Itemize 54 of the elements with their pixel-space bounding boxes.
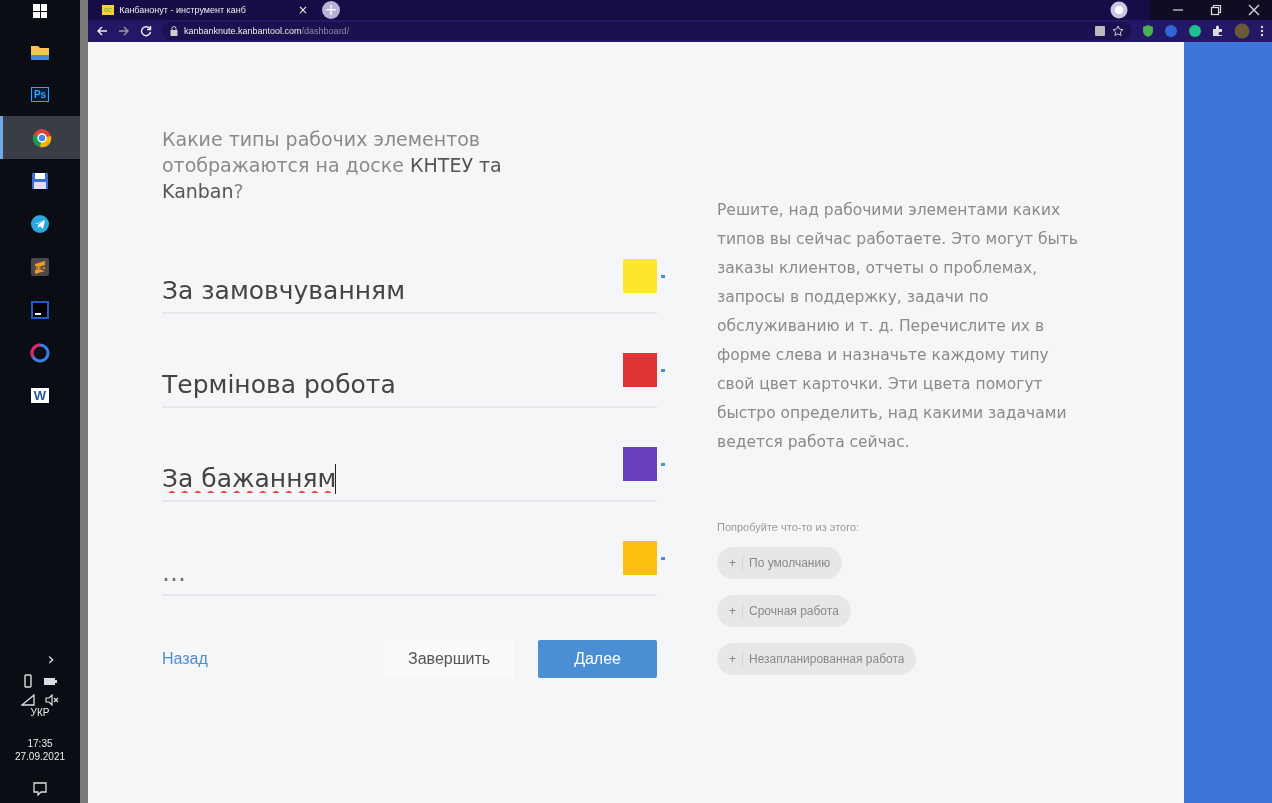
show-hidden-icons-button[interactable]: › <box>47 650 55 668</box>
dropdown-caret-icon[interactable] <box>661 274 665 278</box>
word-icon: W <box>30 388 50 403</box>
taskbar-app-button[interactable]: W <box>0 374 80 417</box>
circle-extension-icon[interactable] <box>1164 24 1178 38</box>
menu-icon[interactable] <box>1260 25 1264 37</box>
browser-icon <box>31 127 52 148</box>
text-cursor <box>334 464 336 494</box>
dropdown-caret-icon[interactable] <box>661 556 665 560</box>
finish-button[interactable]: Завершить <box>384 640 515 678</box>
shield-extension-icon[interactable] <box>1142 24 1154 38</box>
color-swatch-button[interactable] <box>623 541 657 575</box>
suggestions-label: Попробуйте что-то из этого: <box>717 521 860 533</box>
taskbar-app-button[interactable] <box>0 116 80 159</box>
paper-plane-icon <box>30 213 50 234</box>
reload-icon[interactable] <box>140 25 152 37</box>
clock-date[interactable]: 27.09.2021 <box>14 750 66 763</box>
close-icon[interactable] <box>1248 4 1260 16</box>
help-text: Решите, над рабочими элементами каких типов вы сейчас работаете. Это могут быть заказы клиентов, отчеты о проблемах, запросы в поддержку, задачи по обслуживанию и т. д. Перечислите их в форме слева и назначьте каждому типу свой цвет карточки. Эти цвета помогут быстро определить, над какими задачами ведется работа сейчас. <box>717 200 1079 453</box>
restore-icon[interactable] <box>1210 4 1222 16</box>
color-swatch-button[interactable] <box>623 259 657 293</box>
sublime-icon <box>31 257 49 276</box>
work-type-input-field[interactable]: За бажанням <box>162 447 623 493</box>
taskbar-app-button[interactable]: Ps <box>0 73 80 116</box>
lock-icon <box>170 26 178 36</box>
muted-speaker-icon[interactable] <box>45 694 59 706</box>
profile-icon[interactable] <box>1110 1 1128 19</box>
usb-icon[interactable] <box>23 674 33 688</box>
star-icon[interactable] <box>1112 25 1124 37</box>
work-type-input-field[interactable]: За замовчуванням <box>162 259 623 305</box>
forward-arrow-icon[interactable] <box>118 25 130 37</box>
app-icon <box>30 342 50 363</box>
ide-icon <box>31 300 49 319</box>
color-swatch-button[interactable] <box>623 447 657 481</box>
address-field[interactable]: kanbanknute.kanbantool.com/dashboard/ <box>162 22 1132 40</box>
clock-time[interactable]: 17:35 <box>27 737 53 750</box>
question-heading: Какие типы рабочих элементов отображаются на доске КНТЕУ та Kanban? <box>162 127 503 204</box>
color-swatch-button[interactable] <box>623 353 657 387</box>
network-icon[interactable] <box>21 694 35 706</box>
url-text: kanbanknute.kanbantool.com/dashboard/ <box>184 26 350 36</box>
photoshop-icon: Ps <box>30 87 50 102</box>
language-indicator[interactable]: УКР <box>30 706 50 719</box>
notifications-icon[interactable] <box>32 781 48 797</box>
dot-extension-icon[interactable] <box>1188 24 1202 38</box>
work-type-input-field[interactable]: ... <box>162 541 623 587</box>
dropdown-caret-icon[interactable] <box>661 368 665 372</box>
tab-title: Канбанонут - инструмент канб <box>119 5 247 15</box>
work-type-input-field[interactable]: Термінова робота <box>162 353 623 399</box>
back-arrow-icon[interactable] <box>96 25 108 37</box>
puzzle-icon[interactable] <box>1212 25 1224 37</box>
dropdown-caret-icon[interactable] <box>661 462 665 466</box>
battery-icon[interactable] <box>43 676 57 686</box>
windows-start-icon[interactable] <box>33 4 47 18</box>
close-tab-button[interactable]: × <box>297 3 308 17</box>
